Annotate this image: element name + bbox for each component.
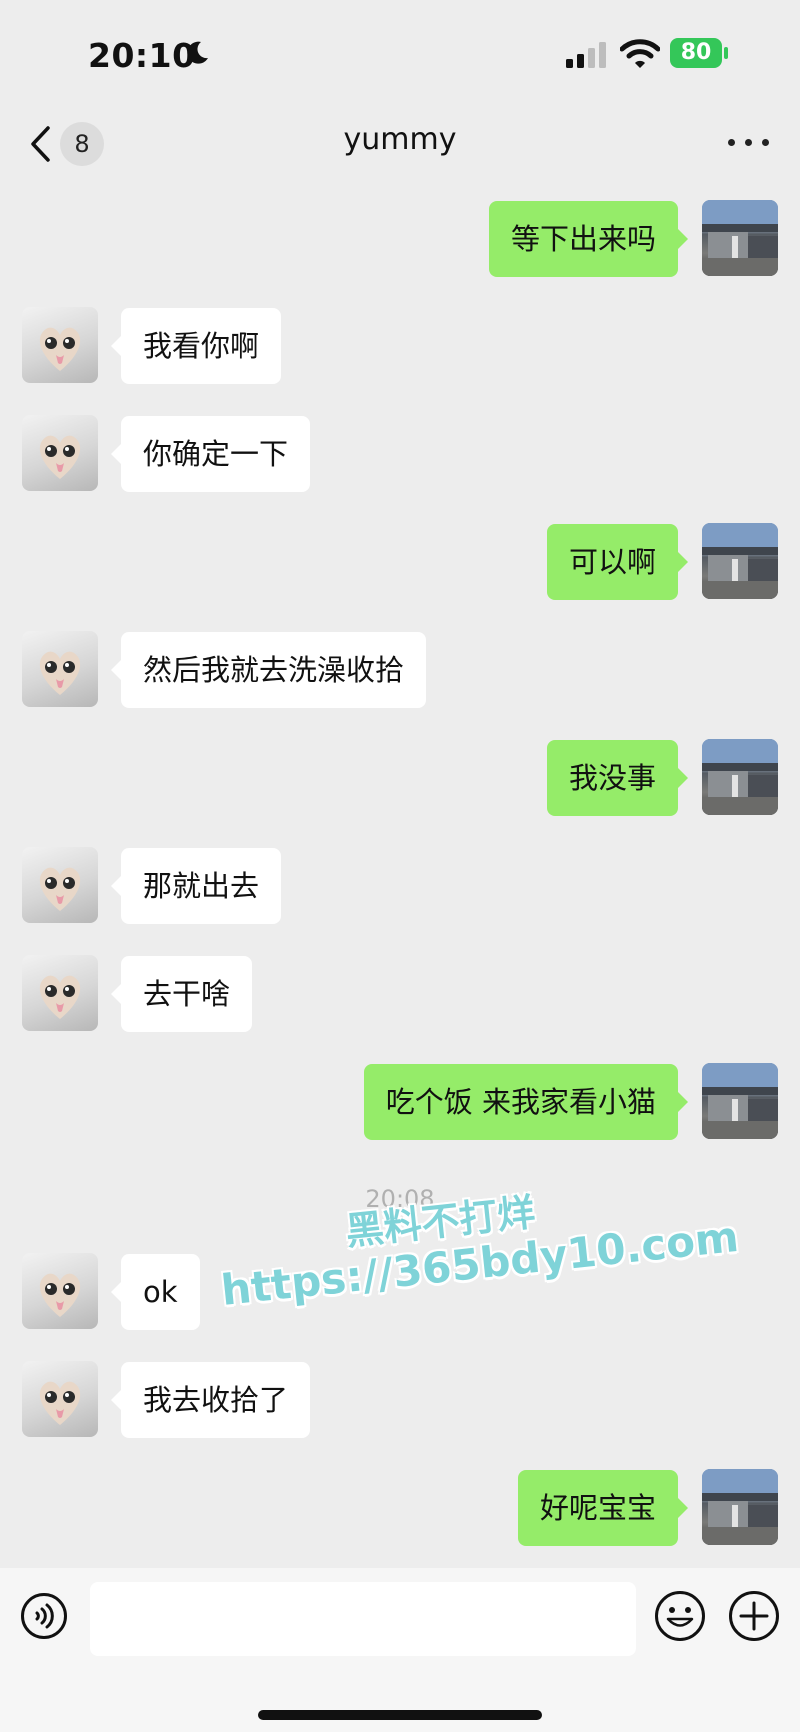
status-bar: 20:10 80 [0, 0, 800, 110]
incoming-message-bubble[interactable]: 那就出去 [110, 848, 282, 924]
moon-icon [187, 41, 208, 64]
outgoing-message-bubble[interactable]: 吃个饭 来我家看小猫 [363, 1064, 689, 1140]
my-avatar[interactable] [702, 1469, 778, 1545]
message-row: 吃个饭 来我家看小猫 [0, 1063, 800, 1141]
chat-header: 8 yummy [0, 110, 800, 182]
message-row: 我去收拾了 [0, 1361, 800, 1439]
my-avatar[interactable] [702, 200, 778, 276]
message-row: 好呢宝宝 [0, 1469, 800, 1547]
message-row: 等下出来吗 [0, 200, 800, 278]
contact-avatar[interactable] [22, 955, 98, 1031]
incoming-message-bubble[interactable]: 然后我就去洗澡收拾 [110, 632, 427, 708]
battery-tip [724, 47, 728, 59]
message-row: 去干啥 [0, 955, 800, 1033]
message-row: 可以啊 [0, 523, 800, 601]
wifi-icon [620, 39, 660, 68]
contact-avatar[interactable] [22, 1361, 98, 1437]
battery-indicator: 80 [670, 38, 722, 68]
incoming-message-bubble[interactable]: 去干啥 [110, 956, 253, 1032]
incoming-message-bubble[interactable]: 我看你啊 [110, 308, 282, 384]
voice-icon[interactable] [20, 1592, 68, 1640]
incoming-message-bubble[interactable]: 我去收拾了 [110, 1362, 311, 1438]
chat-title: yummy [343, 122, 457, 157]
home-indicator [258, 1710, 542, 1720]
contact-avatar[interactable] [22, 847, 98, 923]
status-time: 20:10 [88, 36, 196, 75]
contact-avatar[interactable] [22, 1253, 98, 1329]
contact-avatar[interactable] [22, 415, 98, 491]
my-avatar[interactable] [702, 739, 778, 815]
message-row: 你确定一下 [0, 415, 800, 493]
message-row: 然后我就去洗澡收拾 [0, 631, 800, 709]
contact-avatar[interactable] [22, 631, 98, 707]
outgoing-message-bubble[interactable]: 可以啊 [546, 524, 689, 600]
emoji-icon[interactable] [654, 1590, 706, 1642]
outgoing-message-bubble[interactable]: 等下出来吗 [488, 201, 689, 277]
input-bar [0, 1568, 800, 1732]
signal-icon [566, 42, 606, 68]
plus-icon[interactable] [728, 1590, 780, 1642]
outgoing-message-bubble[interactable]: 我没事 [546, 740, 689, 816]
incoming-message-bubble[interactable]: 你确定一下 [110, 416, 311, 492]
my-avatar[interactable] [702, 523, 778, 599]
message-row: 我没事 [0, 739, 800, 817]
message-input[interactable] [90, 1582, 636, 1656]
outgoing-message-bubble[interactable]: 好呢宝宝 [517, 1470, 689, 1546]
message-row: 我看你啊 [0, 307, 800, 385]
incoming-message-bubble[interactable]: ok [111, 1254, 200, 1330]
my-avatar[interactable] [702, 1063, 778, 1139]
contact-avatar[interactable] [22, 307, 98, 383]
more-options-icon[interactable] [726, 132, 772, 152]
message-row: 那就出去 [0, 847, 800, 925]
